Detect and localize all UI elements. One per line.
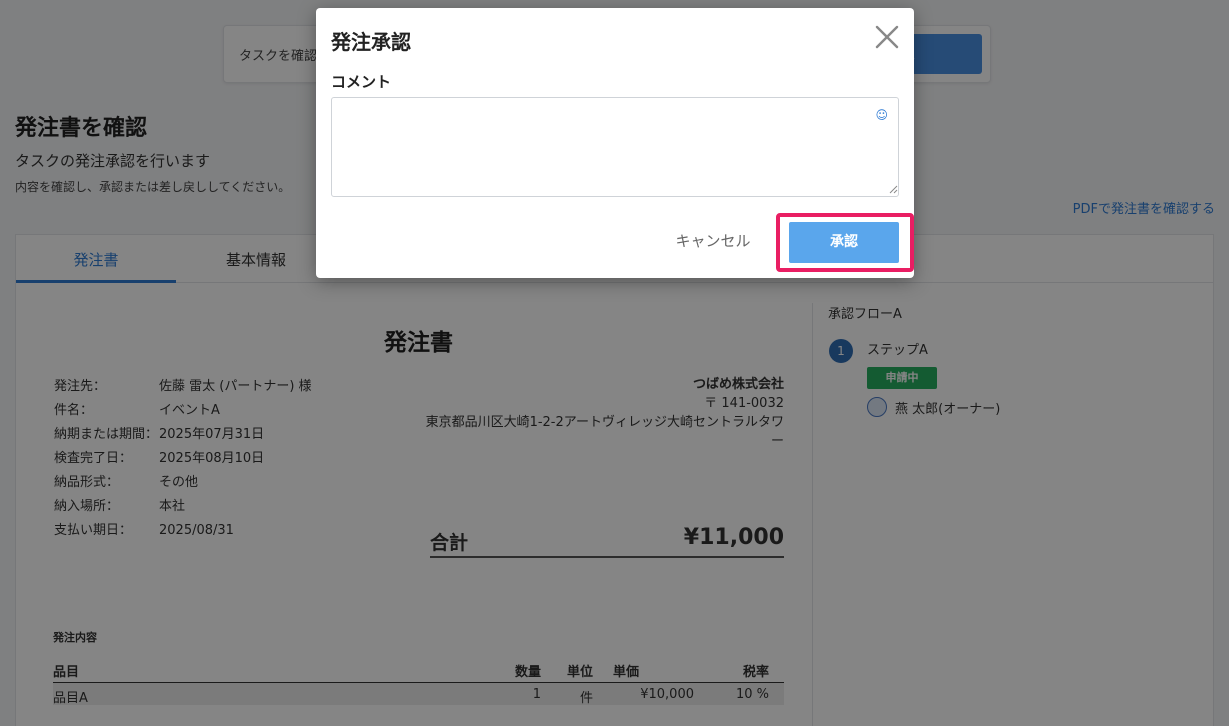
comment-input[interactable] — [331, 97, 899, 197]
modal-title: 発注承認 — [331, 30, 411, 54]
approve-button[interactable]: 承認 — [789, 222, 899, 263]
close-icon[interactable] — [874, 24, 900, 50]
emoji-icon[interactable]: ☺ — [875, 108, 888, 122]
cancel-button[interactable]: キャンセル — [663, 230, 763, 251]
comment-label: コメント — [331, 73, 392, 91]
resize-handle-icon[interactable] — [888, 184, 898, 194]
approval-modal: 発注承認 コメント ☺ キャンセル 承認 — [316, 8, 914, 278]
